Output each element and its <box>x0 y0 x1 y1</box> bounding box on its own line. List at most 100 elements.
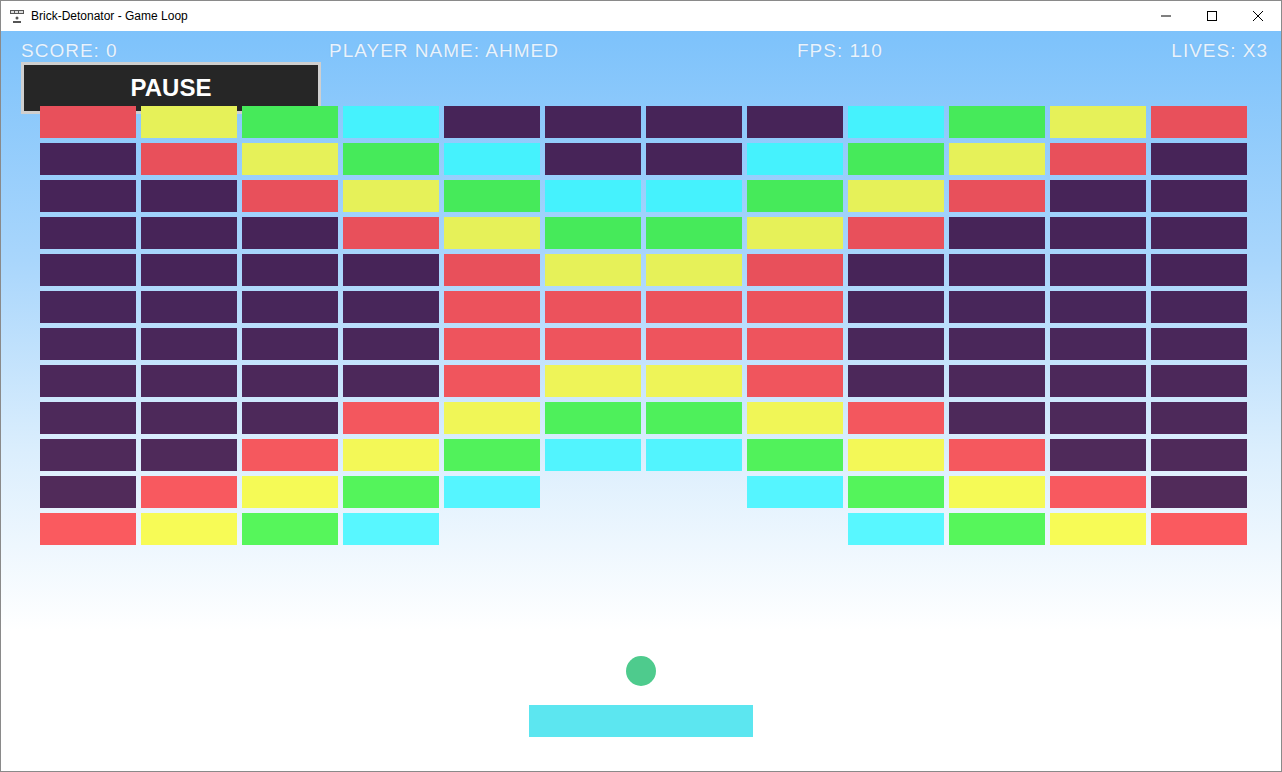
brick <box>949 439 1045 471</box>
brick <box>646 217 742 249</box>
brick <box>1050 254 1146 286</box>
brick <box>40 328 136 360</box>
brick <box>343 291 439 323</box>
brick <box>444 328 540 360</box>
brick <box>141 476 237 508</box>
brick <box>343 365 439 397</box>
brick <box>242 328 338 360</box>
brick <box>141 439 237 471</box>
empty-brick-slot <box>646 513 742 545</box>
brick <box>242 513 338 545</box>
brick <box>40 439 136 471</box>
game-area: SCORE: 0PLAYER NAME: AHMEDFPS: 110LIVES:… <box>1 31 1281 771</box>
brick <box>848 291 944 323</box>
brick <box>545 291 641 323</box>
brick <box>444 217 540 249</box>
brick <box>1151 217 1247 249</box>
brick <box>1151 328 1247 360</box>
player-name-label: PLAYER NAME: AHMED <box>329 40 559 62</box>
brick <box>1050 328 1146 360</box>
brick <box>343 254 439 286</box>
brick <box>949 476 1045 508</box>
brick <box>747 217 843 249</box>
brick <box>848 106 944 138</box>
game-window: Brick-Detonator - Game Loop SCORE: 0 PLAYE… <box>0 0 1282 772</box>
brick <box>949 365 1045 397</box>
brick-grid <box>1 106 1281 545</box>
minimize-icon <box>1161 11 1171 21</box>
maximize-button[interactable] <box>1189 1 1235 31</box>
brick <box>1151 365 1247 397</box>
brick <box>848 476 944 508</box>
brick <box>242 365 338 397</box>
brick <box>1151 476 1247 508</box>
close-button[interactable] <box>1235 1 1281 31</box>
brick <box>40 513 136 545</box>
brick <box>646 328 742 360</box>
brick <box>40 476 136 508</box>
brick <box>40 143 136 175</box>
brick <box>949 180 1045 212</box>
brick <box>848 328 944 360</box>
brick <box>141 291 237 323</box>
brick <box>444 476 540 508</box>
brick <box>747 291 843 323</box>
lives-label: LIVES: X3 <box>1171 40 1268 62</box>
ball <box>626 656 656 686</box>
brick <box>343 143 439 175</box>
empty-brick-slot <box>545 513 641 545</box>
brick <box>242 106 338 138</box>
brick <box>747 328 843 360</box>
brick <box>848 439 944 471</box>
brick-row <box>40 254 1281 286</box>
brick <box>1151 291 1247 323</box>
close-icon <box>1253 11 1263 21</box>
brick <box>848 513 944 545</box>
brick <box>141 106 237 138</box>
score-label: SCORE: 0 <box>21 40 118 62</box>
brick <box>40 217 136 249</box>
brick <box>747 365 843 397</box>
brick <box>1151 180 1247 212</box>
brick <box>343 180 439 212</box>
brick <box>343 439 439 471</box>
brick <box>40 254 136 286</box>
brick <box>444 180 540 212</box>
brick <box>242 217 338 249</box>
empty-brick-slot <box>545 476 641 508</box>
brick <box>141 513 237 545</box>
brick <box>444 365 540 397</box>
window-title: Brick-Detonator - Game Loop <box>31 9 1143 23</box>
brick <box>1050 180 1146 212</box>
brick <box>747 254 843 286</box>
brick-row <box>40 328 1281 360</box>
brick <box>444 439 540 471</box>
brick <box>343 106 439 138</box>
brick <box>444 143 540 175</box>
brick <box>1050 476 1146 508</box>
brick <box>1151 513 1247 545</box>
brick <box>1151 439 1247 471</box>
brick-row <box>40 106 1281 138</box>
brick <box>646 291 742 323</box>
brick <box>444 106 540 138</box>
brick <box>545 180 641 212</box>
brick <box>747 106 843 138</box>
brick <box>1050 217 1146 249</box>
brick <box>1050 291 1146 323</box>
brick <box>545 439 641 471</box>
brick-row <box>40 402 1281 434</box>
title-bar: Brick-Detonator - Game Loop <box>1 1 1281 31</box>
window-controls <box>1143 1 1281 31</box>
minimize-button[interactable] <box>1143 1 1189 31</box>
brick-row <box>40 143 1281 175</box>
brick <box>141 365 237 397</box>
brick <box>545 254 641 286</box>
brick <box>848 254 944 286</box>
brick <box>242 180 338 212</box>
paddle[interactable] <box>529 705 753 737</box>
maximize-icon <box>1207 11 1217 21</box>
brick <box>545 143 641 175</box>
brick <box>747 476 843 508</box>
brick <box>141 143 237 175</box>
